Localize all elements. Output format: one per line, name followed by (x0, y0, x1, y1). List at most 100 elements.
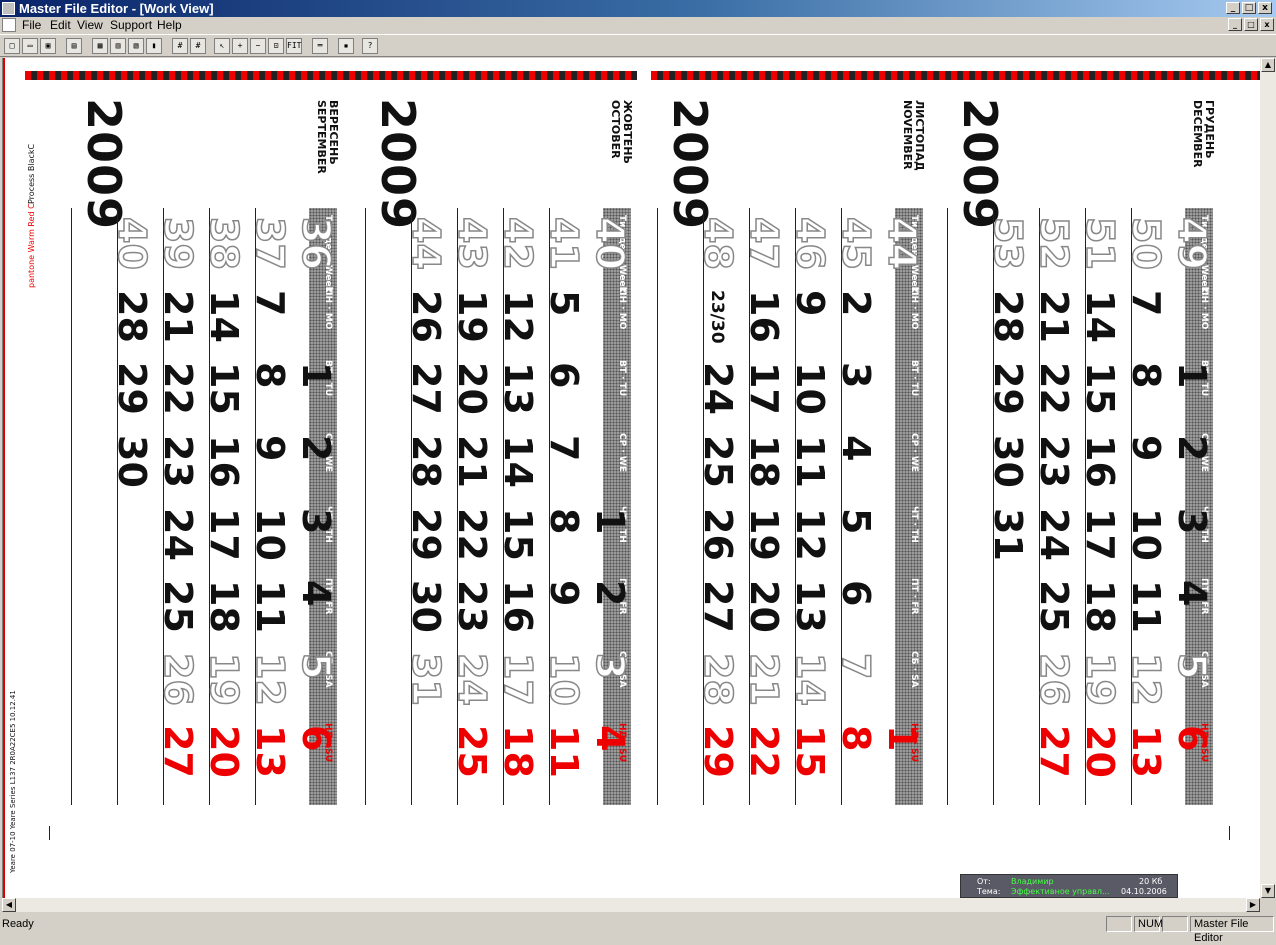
day-cell: 10 (1124, 508, 1168, 561)
grid1-icon[interactable]: # (172, 38, 188, 54)
grid2-icon[interactable]: # (190, 38, 206, 54)
week-number: 37 (247, 216, 293, 270)
layout3-icon[interactable]: ▧ (128, 38, 144, 54)
day-cell: 24 (1032, 508, 1076, 561)
menu-file[interactable]: File (22, 17, 41, 33)
day-cell: 16 (1078, 435, 1122, 488)
week-number: 44 (403, 216, 449, 270)
maximize-button[interactable]: □ (1242, 2, 1256, 14)
day-cell: 7 (248, 290, 292, 317)
notif-subject-label: Тема: (977, 887, 1001, 896)
process-label: Process BlackC (27, 143, 36, 204)
work-canvas[interactable]: pantone Warm Red C Process BlackC Yeare … (2, 58, 1260, 898)
scroll-up-icon[interactable]: ▲ (1261, 58, 1275, 72)
day-cell: 17 (202, 508, 246, 561)
side-note: Yeare 07-10 Yeare Series L137 2R0A22CE5 … (9, 690, 17, 873)
week-number: 40 (109, 216, 155, 270)
color-icon[interactable]: ▪ (338, 38, 354, 54)
day-cell: 2 (834, 290, 878, 317)
zoom-out-icon[interactable]: − (250, 38, 266, 54)
layout1-icon[interactable]: ▦ (92, 38, 108, 54)
help-icon[interactable]: ? (362, 38, 378, 54)
mdi-maximize-button[interactable]: □ (1244, 18, 1258, 31)
day-cell: 28 (404, 435, 448, 488)
day-cell: 7 (1124, 290, 1168, 317)
week-number: 51 (1077, 216, 1123, 270)
ruler-icon[interactable]: ═ (312, 38, 328, 54)
year-label: 2009 (663, 98, 717, 231)
day-cell: 9 (248, 435, 292, 462)
day-cell: 17 (495, 652, 541, 706)
day-cell: 1 (880, 725, 924, 752)
day-cell: 8 (1124, 362, 1168, 389)
day-cell: 14 (787, 652, 833, 706)
day-header: СР · WE (617, 433, 627, 472)
scroll-down-icon[interactable]: ▼ (1261, 884, 1275, 898)
day-cell: 15 (202, 362, 246, 415)
week-number: 39 (155, 216, 201, 270)
app-window: Master File Editor - [Work View] _ □ x F… (0, 0, 1276, 944)
notif-date: 04.10.2006 (1121, 887, 1167, 896)
fit-icon[interactable]: FIT (286, 38, 302, 54)
day-cell: 9 (788, 290, 832, 317)
day-cell: 28 (110, 290, 154, 343)
status-cell (1162, 916, 1188, 932)
day-cell: 3 (587, 652, 633, 680)
day-cell: 25 (1032, 580, 1076, 633)
day-cell: 22 (1032, 362, 1076, 415)
scroll-left-icon[interactable]: ◀ (2, 898, 16, 912)
mdi-minimize-button[interactable]: _ (1228, 18, 1242, 31)
day-cell: 17 (742, 362, 786, 415)
scroll-right-icon[interactable]: ▶ (1246, 898, 1260, 912)
week-number: 42 (495, 216, 541, 270)
notif-subject: Эффективное управл... (1011, 887, 1110, 896)
day-header: СР · WE (909, 433, 919, 472)
day-header: СБ · SA (909, 651, 919, 688)
day-cell: 15 (1078, 362, 1122, 415)
preview-icon[interactable]: ▤ (66, 38, 82, 54)
menu-support[interactable]: Support (110, 17, 152, 33)
mail-notification[interactable]: От: Владимир 20 Кб Тема: Эффективное упр… (960, 874, 1178, 898)
zoom-in-icon[interactable]: + (232, 38, 248, 54)
week-number: 53 (985, 216, 1031, 270)
document-icon[interactable] (2, 18, 16, 32)
open-icon[interactable]: ▭ (22, 38, 38, 54)
minimize-button[interactable]: _ (1226, 2, 1240, 14)
menu-edit[interactable]: Edit (50, 17, 71, 33)
trash-icon[interactable]: ▮ (146, 38, 162, 54)
horizontal-scrollbar[interactable]: ◀ ▶ (2, 898, 1260, 912)
pointer-icon[interactable]: ↖ (214, 38, 230, 54)
day-cell: 2 (1170, 435, 1214, 462)
day-cell: 21 (741, 652, 787, 706)
day-cell: 16 (496, 580, 540, 633)
day-cell: 1 (1170, 362, 1214, 389)
layout2-icon[interactable]: ▥ (110, 38, 126, 54)
menu-view[interactable]: View (77, 17, 103, 33)
day-cell: 13 (248, 725, 292, 778)
day-cell: 22 (156, 362, 200, 415)
day-header: ПН · MO (323, 288, 333, 330)
month-name: ВЕРЕСЕНЬ SEPTEMBER (315, 100, 340, 174)
day-header: ПН · MO (909, 288, 919, 330)
day-cell: 29 (696, 725, 740, 778)
day-cell: 12 (496, 290, 540, 343)
day-cell: 7 (833, 652, 879, 680)
day-cell: 3 (294, 508, 338, 535)
zoom-rect-icon[interactable]: ⊡ (268, 38, 284, 54)
vertical-scrollbar[interactable]: ▲ ▼ (1260, 58, 1276, 898)
year-label: 2009 (77, 98, 131, 231)
menu-help[interactable]: Help (157, 17, 182, 33)
day-cell: 29 (110, 362, 154, 415)
day-cell: 4 (588, 725, 632, 752)
day-cell: 8 (834, 725, 878, 752)
new-icon[interactable]: □ (4, 38, 20, 54)
day-cell: 18 (496, 725, 540, 778)
save-icon[interactable]: ▣ (40, 38, 56, 54)
title-bar[interactable]: Master File Editor - [Work View] _ □ x (0, 0, 1276, 17)
app-icon[interactable] (2, 2, 15, 15)
registration-strip-left (25, 71, 637, 80)
day-cell: 23 (450, 580, 494, 633)
day-cell: 3 (834, 362, 878, 389)
close-button[interactable]: x (1258, 2, 1272, 14)
mdi-close-button[interactable]: x (1260, 18, 1274, 31)
